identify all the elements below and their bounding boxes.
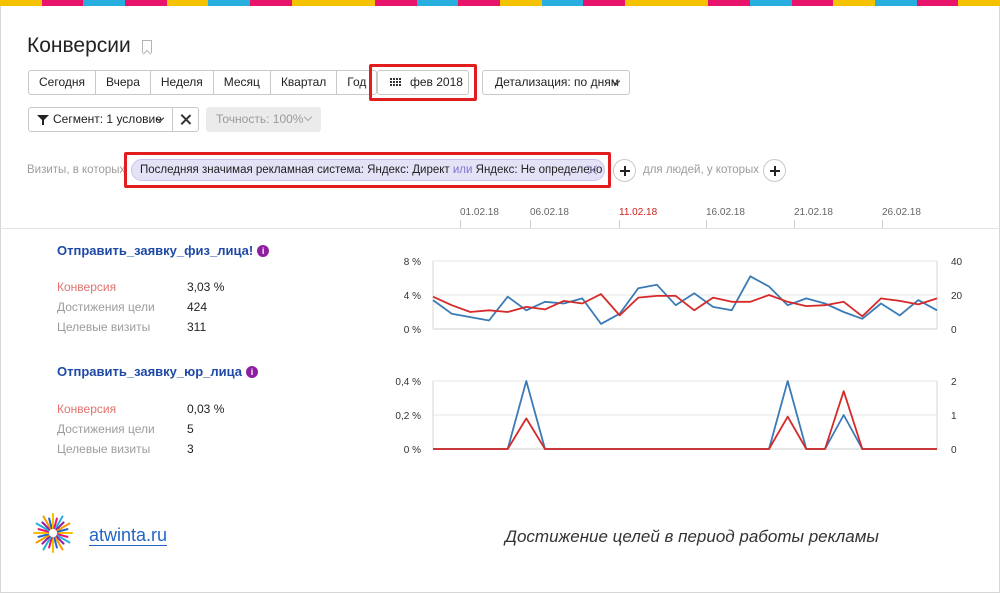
- logo-link[interactable]: atwinta.ru: [89, 526, 168, 546]
- conversion-series-line: [433, 390, 937, 450]
- atwinta-logo-icon: [33, 513, 73, 553]
- right-axis-tick-label: 1: [951, 411, 957, 422]
- right-axis-tick-label: 0: [951, 325, 957, 336]
- right-axis-tick-label: 40: [951, 257, 963, 268]
- left-axis-tick-label: 0,2 %: [395, 411, 421, 422]
- left-axis-tick-label: 8 %: [404, 257, 421, 268]
- visits-series-line: [432, 275, 938, 325]
- left-axis-tick-label: 4 %: [404, 291, 421, 302]
- right-axis-tick-label: 2: [951, 377, 957, 388]
- caption-text: Достижение целей в период работы рекламы: [505, 527, 879, 546]
- left-axis-tick-label: 0 %: [404, 445, 421, 456]
- right-axis-tick-label: 0: [951, 445, 957, 456]
- goal-charts: 8 % 40 4 % 20 0 % 0 0,4 % 2 0,2 % 1 0 % 0: [395, 257, 963, 456]
- left-axis-tick-label: 0 %: [404, 325, 421, 336]
- right-axis-tick-label: 20: [951, 291, 963, 302]
- left-axis-tick-label: 0,4 %: [395, 377, 421, 388]
